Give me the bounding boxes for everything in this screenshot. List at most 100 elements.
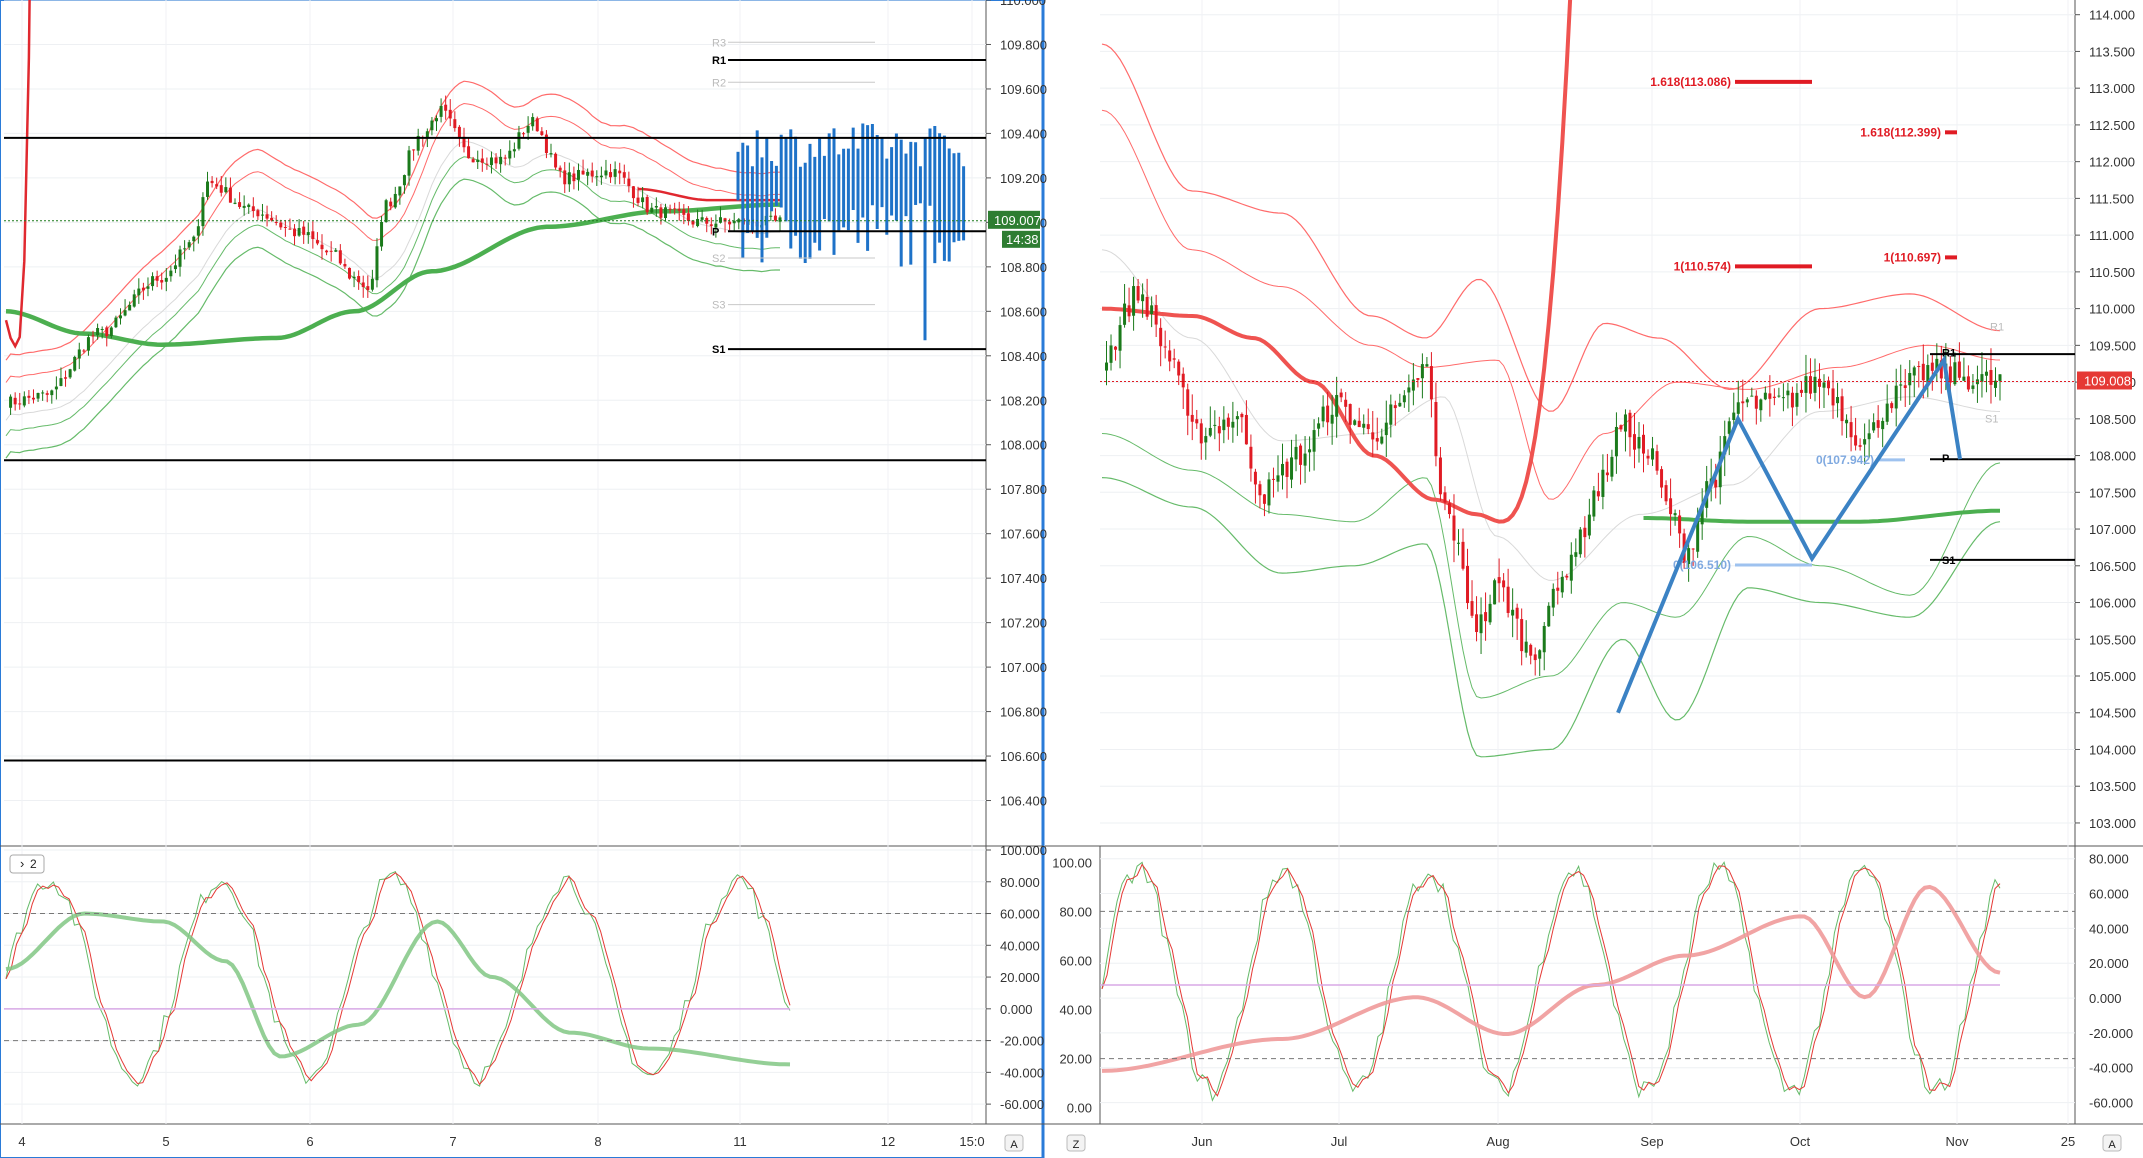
right-candle	[1948, 366, 1952, 383]
right-candle	[1475, 614, 1479, 633]
left-candle	[338, 250, 342, 264]
right-price-tick-label: 106.000	[2089, 596, 2136, 611]
left-candle	[718, 217, 722, 223]
left-candle	[54, 386, 58, 390]
right-time-label: Oct	[1790, 1134, 1811, 1149]
left-candle	[311, 231, 315, 240]
left-candle	[609, 172, 613, 178]
left-candle	[508, 150, 512, 159]
left-candle	[696, 218, 700, 227]
right-candle	[1804, 376, 1808, 393]
right-candle	[1326, 405, 1330, 423]
left-price-tick-label: 107.200	[1000, 616, 1047, 631]
left-candle	[361, 282, 365, 288]
right-candle	[1912, 367, 1916, 376]
left-candle	[407, 150, 411, 176]
left-candle	[430, 120, 434, 131]
left-price-tick-label: 107.600	[1000, 527, 1047, 542]
right-candle	[1118, 325, 1122, 351]
right-osc-left-tick-label: 100.00	[1052, 855, 1092, 870]
left-candle	[306, 232, 310, 236]
left-osc-tick-label: 60.000	[1000, 907, 1040, 922]
right-candle	[1583, 527, 1587, 538]
right-candle	[1849, 422, 1853, 438]
right-candle	[1222, 419, 1226, 431]
left-candle	[77, 349, 81, 359]
right-candle	[1574, 552, 1578, 557]
left-price-tick-label: 109.800	[1000, 37, 1047, 52]
right-candle	[1371, 432, 1375, 440]
left-candle	[581, 170, 585, 175]
left-candle	[425, 131, 429, 138]
right-candle	[1894, 385, 1898, 409]
right-candle	[1339, 392, 1343, 398]
right-candle	[1389, 404, 1393, 425]
fib-level-label: 0(107.942)	[1816, 453, 1874, 467]
right-osc-fast	[1101, 861, 2001, 1102]
left-candle	[686, 213, 690, 221]
chart-stage: R3 R1 R2 P S2 S3 S1 1.618(113.086) 1.618(112.399…	[0, 0, 2143, 1158]
left-candle	[554, 153, 558, 168]
left-candle	[494, 157, 498, 164]
left-time-label: 7	[449, 1134, 456, 1149]
right-candle	[1258, 484, 1262, 496]
left-candle	[700, 217, 704, 220]
right-candle	[1664, 485, 1668, 502]
left-candle	[576, 169, 580, 180]
left-candle	[567, 172, 571, 185]
left-candle	[439, 105, 443, 117]
right-osc-tick-label: 80.000	[2089, 852, 2129, 867]
right-price-tick-label: 108.500	[2089, 412, 2136, 427]
right-candle	[1858, 445, 1862, 447]
left-candle	[247, 204, 251, 207]
right-candle	[1524, 641, 1528, 653]
right-candle	[1759, 399, 1763, 411]
left-candle	[375, 246, 379, 281]
right-candle	[1551, 588, 1555, 608]
right-candle	[1836, 397, 1840, 404]
left-candle	[96, 328, 100, 336]
left-candle	[183, 248, 187, 250]
right-candle	[1145, 296, 1149, 317]
right-candle	[1808, 376, 1812, 394]
left-candle	[613, 169, 617, 177]
left-candle	[389, 201, 393, 207]
left-candle	[641, 197, 645, 203]
left-pivot-label: R3	[712, 37, 726, 49]
left-candle	[283, 226, 287, 228]
right-candle	[1186, 389, 1190, 416]
right-candle	[1781, 397, 1785, 399]
left-candle	[503, 157, 507, 159]
fib-level-label: 1.618(113.086)	[1650, 75, 1731, 89]
right-candle	[1754, 395, 1758, 409]
left-osc-tick-label: -60.000	[1000, 1097, 1044, 1112]
right-candle	[1181, 373, 1185, 388]
right-candle	[1123, 303, 1127, 325]
right-candle	[1876, 420, 1880, 428]
right-osc-tick-label: 60.000	[2089, 887, 2129, 902]
right-time-label: Jul	[1331, 1134, 1348, 1149]
right-candle	[1244, 414, 1248, 445]
left-candle	[228, 187, 232, 203]
right-candle	[1271, 478, 1275, 480]
right-candle	[1614, 426, 1618, 457]
left-time-label: 5	[162, 1134, 169, 1149]
right-candle	[1362, 423, 1366, 428]
right-candle	[1962, 376, 1966, 381]
right-price-tick-label: 106.500	[2089, 559, 2136, 574]
right-price-tick-label: 114.000	[2089, 8, 2135, 23]
right-candle	[1831, 388, 1835, 406]
left-price-tick-label: 110.000	[1000, 0, 1046, 8]
left-gray-ma	[5, 140, 780, 421]
right-osc-tick-label: -40.000	[2089, 1061, 2133, 1076]
right-candle	[1240, 413, 1244, 418]
right-candle	[1199, 423, 1203, 444]
left-candle	[677, 208, 681, 211]
left-candle	[631, 186, 635, 199]
left-candle	[146, 286, 150, 289]
left-candle	[471, 159, 475, 163]
right-candle	[1317, 423, 1321, 429]
right-candle	[1813, 376, 1817, 393]
right-candle	[1452, 515, 1456, 541]
right-candle	[1768, 393, 1772, 399]
